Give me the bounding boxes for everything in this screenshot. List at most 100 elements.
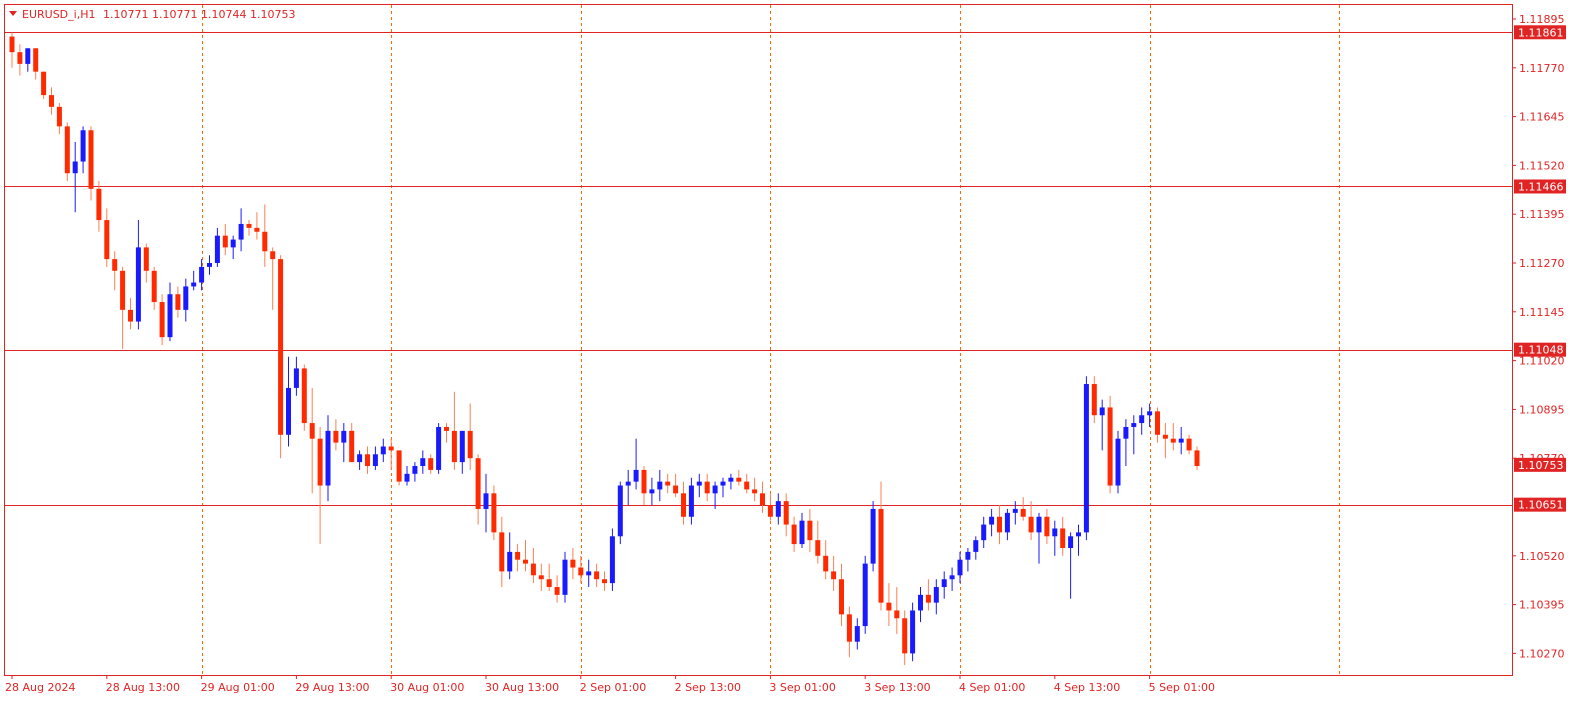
x-tick-label: 30 Aug 13:00: [485, 681, 559, 694]
candle-bear[interactable]: [278, 255, 284, 459]
candle-body: [728, 477, 734, 482]
candle-body: [815, 540, 821, 556]
candle-body: [783, 501, 789, 525]
candle-body: [1020, 508, 1026, 517]
candle-body: [1068, 536, 1074, 548]
x-tick-label: 30 Aug 01:00: [390, 681, 464, 694]
level-label-text: 1.11466: [1518, 180, 1564, 193]
candle-body: [688, 485, 694, 517]
candle-body: [1052, 528, 1058, 537]
candle-body: [207, 263, 212, 267]
candle-body: [515, 551, 521, 560]
level-price-label: 1.11861: [1514, 25, 1566, 39]
candle-bear[interactable]: [64, 122, 70, 182]
candle-bull[interactable]: [617, 481, 623, 545]
candle-body: [1076, 532, 1081, 537]
y-tick-label: 1.10395: [1519, 599, 1565, 612]
candle-body: [325, 430, 331, 486]
candle-body: [467, 430, 473, 459]
candle-bull[interactable]: [870, 501, 876, 572]
candle-body: [238, 223, 244, 240]
candle-body: [191, 282, 197, 287]
level-label-text: 1.10753: [1518, 459, 1564, 472]
candle-body: [1060, 528, 1066, 548]
candle-body: [1147, 411, 1153, 416]
candle-body: [167, 294, 173, 338]
x-tick-label: 3 Sep 01:00: [769, 681, 835, 694]
candle-bear[interactable]: [396, 450, 402, 486]
candle-body: [1012, 508, 1018, 513]
candle-body: [286, 387, 291, 435]
candle-body: [894, 610, 900, 619]
candle-body: [341, 430, 347, 443]
candle-body: [586, 571, 592, 576]
candle-body: [293, 368, 299, 388]
candle-body: [17, 52, 23, 64]
candle-body: [135, 247, 141, 322]
candle-body: [222, 235, 228, 248]
candle-body: [372, 454, 378, 467]
candle-body: [807, 520, 813, 541]
candle-body: [104, 220, 110, 260]
candle-body: [1170, 438, 1176, 443]
candle-body: [799, 520, 805, 545]
y-tick-label: 1.10895: [1519, 403, 1565, 416]
candle-bull[interactable]: [609, 528, 615, 591]
candle-body: [570, 559, 576, 568]
candle-body: [262, 231, 268, 252]
candle-bear[interactable]: [301, 364, 307, 431]
candle-body: [444, 426, 449, 431]
candle-body: [72, 161, 78, 174]
candle-body: [1083, 384, 1089, 533]
candle-body: [1194, 450, 1200, 467]
candle-body: [791, 524, 797, 545]
candle-body: [49, 95, 54, 107]
candle-body: [301, 368, 307, 424]
candle-body: [823, 555, 829, 572]
candle-body: [357, 454, 363, 463]
candle-bull[interactable]: [862, 555, 868, 634]
candle-body: [1178, 438, 1184, 443]
y-tick-label: 1.11270: [1519, 257, 1565, 270]
candle-body: [641, 469, 647, 494]
candle-bull[interactable]: [1115, 430, 1121, 494]
candle-body: [388, 446, 394, 451]
candle-bear[interactable]: [491, 485, 497, 541]
candle-body: [870, 508, 876, 564]
candle-body: [902, 618, 908, 654]
x-tick-label: 4 Sep 01:00: [959, 681, 1025, 694]
candle-body: [649, 489, 655, 494]
candle-body: [214, 235, 220, 263]
candle-body: [720, 481, 726, 486]
candle-body: [523, 559, 528, 564]
candle-body: [120, 270, 126, 310]
candle-body: [949, 575, 955, 580]
candle-body: [752, 489, 758, 494]
candle-body: [918, 594, 923, 611]
candle-body: [499, 532, 505, 572]
candle-body: [997, 516, 1002, 533]
candle-body: [1091, 384, 1097, 416]
candle-body: [317, 438, 323, 486]
candle-body: [475, 458, 481, 509]
candle-body: [254, 227, 260, 232]
candle-bull[interactable]: [910, 602, 916, 662]
candle-body: [199, 266, 205, 283]
candle-body: [349, 430, 355, 463]
candle-body: [965, 551, 971, 560]
candle-body: [941, 579, 947, 588]
candle-bear[interactable]: [41, 71, 47, 100]
candle-bull[interactable]: [1083, 376, 1089, 541]
candle-body: [25, 48, 31, 64]
y-tick-label: 1.11145: [1519, 306, 1565, 319]
candle-bear[interactable]: [1107, 395, 1113, 494]
candle-body: [602, 579, 607, 584]
candle-body: [33, 48, 39, 72]
candle-body: [1107, 407, 1113, 486]
x-tick-label: 28 Aug 2024: [5, 681, 75, 694]
symbol-label: EURUSD_i,H1: [22, 8, 95, 21]
x-tick-label: 2 Sep 01:00: [580, 681, 646, 694]
candle-bull[interactable]: [436, 423, 442, 474]
price-chart[interactable]: 1.11895 1.11770 1.11645 1.11520 1.11395 1.112…: [0, 0, 1586, 709]
chart-header: EURUSD_i,H1 1.10771 1.10771 1.10744 1.10…: [9, 8, 295, 21]
